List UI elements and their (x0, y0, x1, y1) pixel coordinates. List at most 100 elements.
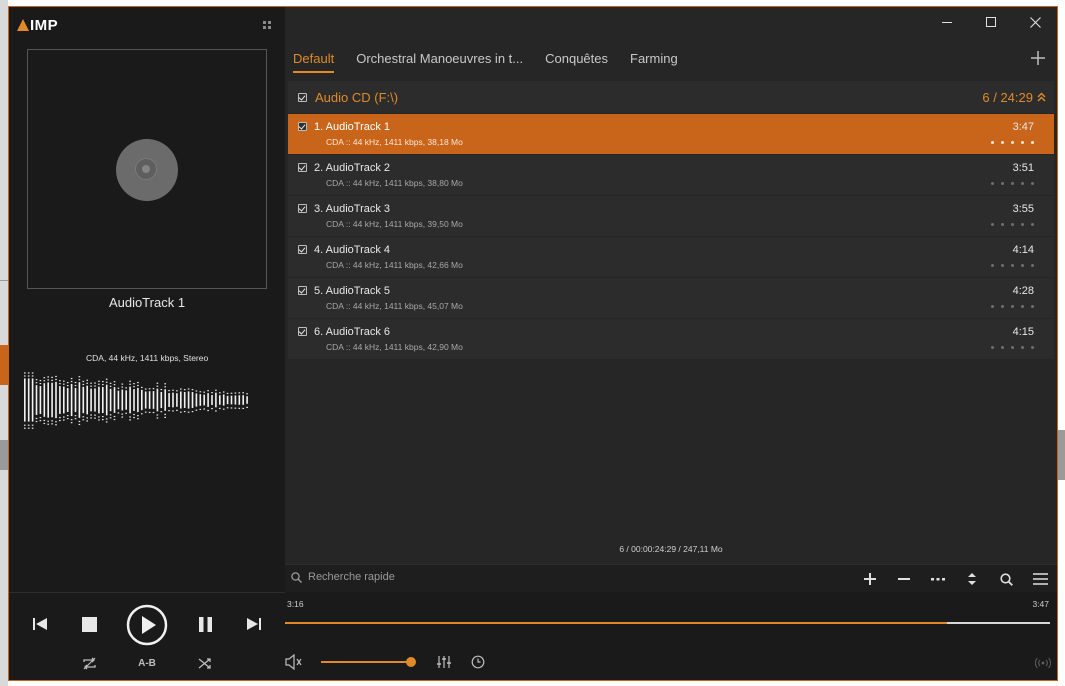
find-button[interactable] (989, 565, 1023, 593)
track-duration: 4:28 (1012, 285, 1034, 297)
add-icon (864, 573, 876, 585)
track-rating[interactable] (991, 141, 1034, 144)
tab-orchestral[interactable]: Orchestral Manoeuvres in t... (356, 51, 523, 73)
now-playing-format: CDA, 44 kHz, 1411 kbps, Stereo (86, 353, 209, 363)
player-panel: IMP AudioTrack 1 CDA, 44 kHz, 1411 kbps,… (9, 7, 285, 680)
clock-icon (471, 655, 485, 669)
track-name: 2. AudioTrack 2 (314, 162, 391, 174)
previous-icon (33, 618, 47, 630)
track-row[interactable]: 4. AudioTrack 4 CDA :: 44 kHz, 1411 kbps… (288, 237, 1054, 277)
volume-knob[interactable] (406, 657, 416, 667)
seek-bar[interactable] (285, 622, 1050, 624)
playlist: Audio CD (F:\) 6 / 24:29 1. AudioTrack 1… (285, 79, 1057, 554)
mute-button[interactable] (285, 653, 303, 675)
pause-icon (198, 616, 212, 632)
volume-slider[interactable] (321, 657, 416, 667)
pause-button[interactable] (194, 613, 216, 635)
background-window-edge-right (1057, 430, 1065, 480)
track-row[interactable]: 5. AudioTrack 5 CDA :: 44 kHz, 1411 kbps… (288, 278, 1054, 318)
playlist-tabs: Default Orchestral Manoeuvres in t... Co… (293, 51, 678, 73)
add-tab-button[interactable] (1031, 51, 1047, 67)
background-window-edge (0, 0, 8, 686)
track-rating[interactable] (991, 346, 1034, 349)
track-checkbox[interactable] (298, 163, 307, 172)
logo-text: IMP (30, 16, 59, 34)
find-icon (999, 572, 1013, 586)
track-meta: CDA :: 44 kHz, 1411 kbps, 39,50 Mo (326, 219, 463, 229)
waveform-visualization (24, 372, 248, 429)
grip-icon[interactable] (263, 21, 272, 30)
equalizer-button[interactable] (437, 655, 451, 674)
stop-button[interactable] (78, 613, 100, 635)
maximize-icon (986, 17, 996, 27)
group-header[interactable]: Audio CD (F:\) 6 / 24:29 (288, 81, 1054, 113)
shuffle-icon (198, 657, 211, 669)
tab-default[interactable]: Default (293, 51, 335, 73)
next-icon (247, 618, 261, 630)
previous-button[interactable] (29, 613, 51, 635)
ab-repeat-button[interactable]: A-B (134, 655, 160, 671)
track-row[interactable]: 3. AudioTrack 3 CDA :: 44 kHz, 1411 kbps… (288, 196, 1054, 236)
tab-conquetes[interactable]: Conquêtes (545, 51, 608, 73)
track-rating[interactable] (991, 223, 1034, 226)
menu-button[interactable] (1023, 565, 1057, 593)
shuffle-button[interactable] (196, 655, 214, 671)
next-button[interactable] (243, 613, 265, 635)
search-box[interactable]: Recherche rapide (291, 571, 395, 583)
broadcast-button[interactable] (1034, 656, 1052, 674)
track-meta: CDA :: 44 kHz, 1411 kbps, 42,66 Mo (326, 260, 463, 270)
search-placeholder: Recherche rapide (308, 571, 395, 583)
track-name: 4. AudioTrack 4 (314, 244, 391, 256)
track-checkbox[interactable] (298, 204, 307, 213)
repeat-button[interactable] (80, 655, 98, 671)
volume-fill (321, 661, 411, 663)
minimize-button[interactable] (925, 7, 969, 37)
volume-icon (285, 653, 302, 671)
minimize-icon (942, 22, 952, 23)
group-checkbox[interactable] (298, 92, 307, 102)
remove-button[interactable] (887, 565, 921, 593)
track-checkbox[interactable] (298, 245, 307, 254)
add-button[interactable] (853, 565, 887, 593)
track-meta: CDA :: 44 kHz, 1411 kbps, 45,07 Mo (326, 301, 463, 311)
track-name: 6. AudioTrack 6 (314, 326, 391, 338)
total-time: 3:47 (1032, 599, 1049, 609)
group-title: Audio CD (F:\) (315, 89, 399, 105)
more-button[interactable] (921, 565, 955, 593)
track-meta: CDA :: 44 kHz, 1411 kbps, 38,80 Mo (326, 178, 463, 188)
progress-area: 3:16 3:47 (285, 592, 1057, 680)
cd-disc-icon (116, 139, 178, 201)
track-duration: 4:14 (1012, 244, 1034, 256)
play-icon (126, 604, 168, 646)
maximize-button[interactable] (969, 7, 1013, 37)
track-duration: 3:51 (1012, 162, 1034, 174)
group-count-text: 6 / 24:29 (982, 89, 1033, 105)
broadcast-icon (1034, 657, 1052, 669)
seek-bar-fill (285, 622, 947, 624)
track-row[interactable]: 6. AudioTrack 6 CDA :: 44 kHz, 1411 kbps… (288, 319, 1054, 359)
track-rating[interactable] (991, 264, 1034, 267)
track-rating[interactable] (991, 182, 1034, 185)
play-button[interactable] (126, 604, 168, 646)
track-checkbox[interactable] (298, 327, 307, 336)
track-row[interactable]: 1. AudioTrack 1 CDA :: 44 kHz, 1411 kbps… (288, 114, 1054, 154)
aimp-window: IMP AudioTrack 1 CDA, 44 kHz, 1411 kbps,… (8, 6, 1058, 681)
track-checkbox[interactable] (298, 286, 307, 295)
album-cover (27, 49, 267, 289)
track-rating[interactable] (991, 305, 1034, 308)
track-duration: 4:15 (1012, 326, 1034, 338)
aimp-logo-icon (17, 19, 29, 31)
track-duration: 3:47 (1012, 121, 1034, 133)
track-checkbox[interactable] (298, 122, 307, 131)
more-icon (931, 578, 945, 581)
stop-icon (81, 616, 97, 632)
tab-farming[interactable]: Farming (630, 51, 678, 73)
menu-icon (1032, 573, 1048, 585)
sort-button[interactable] (955, 565, 989, 593)
close-button[interactable] (1013, 7, 1057, 37)
track-meta: CDA :: 44 kHz, 1411 kbps, 38,18 Mo (326, 137, 463, 147)
scheduler-button[interactable] (471, 655, 485, 674)
track-row[interactable]: 2. AudioTrack 2 CDA :: 44 kHz, 1411 kbps… (288, 155, 1054, 195)
playlist-panel: Default Orchestral Manoeuvres in t... Co… (285, 7, 1057, 680)
collapse-icon[interactable] (1037, 92, 1046, 102)
